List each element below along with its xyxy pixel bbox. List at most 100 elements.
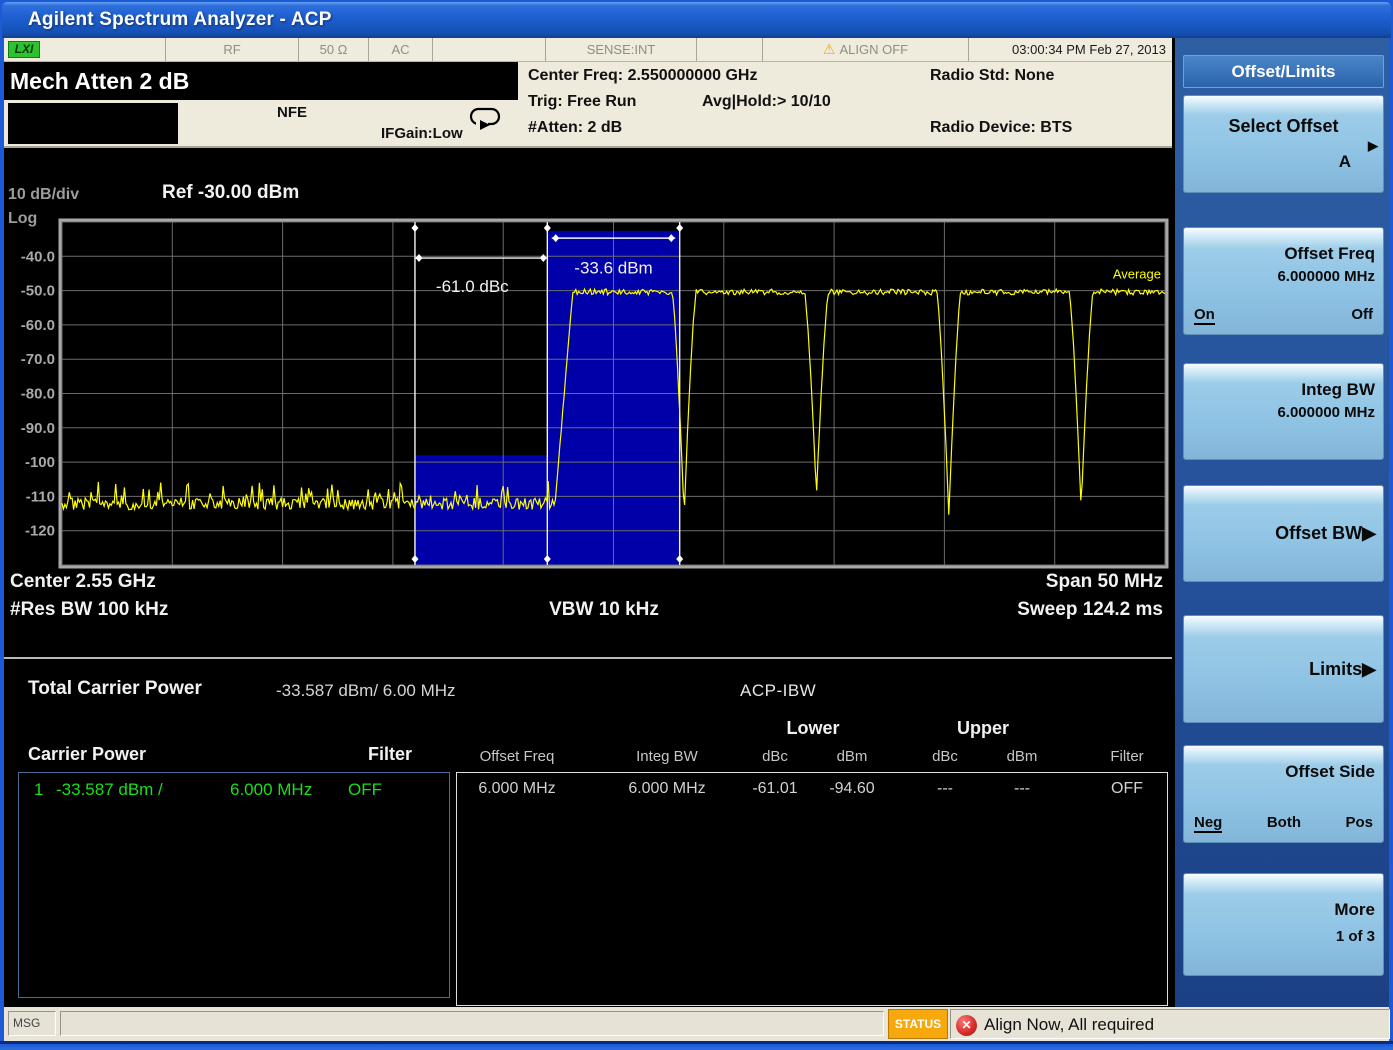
softkey-select-offset[interactable]: Select Offset ▶ A xyxy=(1183,95,1384,193)
status-badge: STATUS xyxy=(888,1009,948,1039)
softkey-offset-bw-label: Offset BW▶ xyxy=(1275,523,1376,543)
radio-std-readout: Radio Std: None xyxy=(930,67,1055,84)
continuous-sweep-icon xyxy=(469,107,501,130)
radio-device-readout: Radio Device: BTS xyxy=(930,119,1073,136)
softkey-offset-freq-label: Offset Freq xyxy=(1284,244,1375,263)
offset-group-header-upper: Upper xyxy=(956,718,1009,738)
center-freq-readout: Center Freq: 2.550000000 GHz xyxy=(528,67,758,84)
sweep-footer: Sweep 124.2 ms xyxy=(1017,599,1163,620)
res-bw-footer: #Res BW 100 kHz xyxy=(10,599,169,620)
results-area: Total Carrier Power -33.587 dBm/ 6.00 MH… xyxy=(4,660,1172,1007)
y-axis-tick: -80.0 xyxy=(21,386,55,403)
empty-annunciator-box xyxy=(8,103,178,144)
marker-diamond-icon xyxy=(543,224,551,232)
offset-col-header: Filter xyxy=(1110,748,1144,765)
carrier-row-bw: 6.000 MHz xyxy=(230,780,313,799)
measurement-mode-label: ACP-IBW xyxy=(740,681,817,700)
lxi-badge: LXI xyxy=(8,41,40,58)
impedance-annunciator: 50 Ω xyxy=(298,38,368,61)
status-message-field: ✕ Align Now, All required xyxy=(950,1009,1390,1039)
softkey-offset-freq-option-on[interactable]: On xyxy=(1194,306,1215,325)
softkey-offset-side-option-both[interactable]: Both xyxy=(1267,814,1301,833)
align-off-label: ALIGN OFF xyxy=(839,42,909,57)
total-carrier-power-value: -33.587 dBm/ 6.00 MHz xyxy=(276,681,456,700)
rf-annunciator: RF xyxy=(165,38,298,61)
datetime-display: 03:00:34 PM Feb 27, 2013 xyxy=(968,38,1172,61)
msg-label: MSG xyxy=(8,1011,56,1036)
softkey-more-label: More xyxy=(1334,900,1375,919)
y-axis-tick: -120 xyxy=(25,523,55,540)
y-axis-tick: -100 xyxy=(25,454,55,471)
window-title: Agilent Spectrum Analyzer - ACP xyxy=(28,9,332,30)
measurement-info-panel: Center Freq: 2.550000000 GHz Radio Std: … xyxy=(518,62,1172,148)
sense-annunciator: SENSE:INT xyxy=(545,38,696,61)
marker-diamond-icon xyxy=(411,224,419,232)
atten-readout: #Atten: 2 dB xyxy=(528,119,623,136)
empty-cell-1 xyxy=(432,38,545,61)
softkey-offset-freq-toggle: On Off xyxy=(1194,306,1373,325)
offset-col-header: dBc xyxy=(932,748,958,765)
softkey-offset-side[interactable]: Offset Side Neg Both Pos xyxy=(1183,745,1384,843)
y-axis-tick: -90.0 xyxy=(21,420,55,437)
message-field xyxy=(60,1011,884,1036)
softkey-limits-label: Limits▶ xyxy=(1309,658,1376,679)
offset-cell: -61.01 xyxy=(752,780,798,797)
submenu-arrow-icon: ▶ xyxy=(1368,138,1378,153)
offset-cell: 6.000 MHz xyxy=(478,780,556,797)
warning-icon: ⚠ xyxy=(822,41,836,57)
status-strip: LXI RF 50 Ω AC SENSE:INT ⚠ ALIGN OFF 03:0… xyxy=(4,38,1172,62)
mech-atten-bar: Mech Atten 2 dB xyxy=(4,64,518,100)
marker-diamond-icon xyxy=(539,254,547,263)
offset-cell: 6.000 MHz xyxy=(628,780,706,797)
y-axis-tick: -60.0 xyxy=(21,317,55,334)
avg-hold-readout: Avg|Hold:> 10/10 xyxy=(702,93,831,110)
instrument-screen: Agilent Spectrum Analyzer - ACP LXI RF 5… xyxy=(0,0,1393,1050)
softkey-offset-freq[interactable]: Offset Freq 6.000000 MHz On Off xyxy=(1183,227,1384,335)
softkey-select-offset-label: Select Offset xyxy=(1228,116,1339,136)
offset-col-header: dBm xyxy=(836,748,868,765)
softkey-offset-side-toggle: Neg Both Pos xyxy=(1194,814,1373,833)
offset-integration-band xyxy=(414,455,548,565)
mech-atten-label: Mech Atten 2 dB xyxy=(10,68,190,94)
carrier-row-index: 1 xyxy=(34,780,44,799)
softkey-offset-side-option-pos[interactable]: Pos xyxy=(1345,814,1373,833)
softkey-offset-freq-value: 6.000000 MHz xyxy=(1277,268,1375,285)
y-axis-tick: -40.0 xyxy=(21,248,55,265)
error-icon: ✕ xyxy=(956,1015,977,1036)
offset-col-header: dBc xyxy=(762,748,788,765)
vbw-footer: VBW 10 kHz xyxy=(549,599,659,620)
trace-name-label: Average xyxy=(1113,267,1161,282)
softkey-offset-freq-option-off[interactable]: Off xyxy=(1351,306,1373,325)
offset-table-box xyxy=(456,772,1168,1006)
center-freq-footer: Center 2.55 GHz xyxy=(10,571,156,592)
annotation-text: -61.0 dBc xyxy=(436,277,509,296)
window-bottom-border xyxy=(0,1041,1393,1050)
softkey-offset-side-option-neg[interactable]: Neg xyxy=(1194,814,1223,833)
offset-group-header-lower: Lower xyxy=(786,718,840,738)
offset-cell: --- xyxy=(937,780,953,797)
spectrum-chart: -40.0 -50.0 -60.0 -70.0 -80.0 -90.0 -100 -110 -1… xyxy=(21,218,1169,569)
softkey-offset-side-label: Offset Side xyxy=(1285,762,1375,781)
softkey-offset-bw[interactable]: Offset BW▶ xyxy=(1183,485,1384,582)
status-bar: MSG STATUS ✕ Align Now, All required xyxy=(4,1007,1390,1041)
y-axis-tick: -50.0 xyxy=(21,283,55,300)
results-divider xyxy=(4,657,1172,659)
softkey-limits[interactable]: Limits▶ xyxy=(1183,615,1384,723)
offset-col-header: Offset Freq xyxy=(479,748,555,765)
carrier-table-box xyxy=(18,772,450,998)
nfe-strip: NFE IFGain:Low xyxy=(4,100,518,148)
span-footer: Span 50 MHz xyxy=(1045,571,1163,592)
align-annunciator: ⚠ ALIGN OFF xyxy=(762,38,968,61)
total-carrier-power-label: Total Carrier Power xyxy=(28,678,202,699)
softkey-select-offset-value: A xyxy=(1338,152,1351,171)
softkey-more[interactable]: More 1 of 3 xyxy=(1183,873,1384,976)
main-display: 10 dB/div Ref -30.00 dBm Log -40.0 -50.0-… xyxy=(4,150,1172,1007)
y-axis-tick: -110 xyxy=(26,488,55,505)
y-axis-tick: -70.0 xyxy=(21,351,55,368)
offset-cell: -94.60 xyxy=(829,780,875,797)
offset-cell: OFF xyxy=(1111,780,1143,797)
softkey-integ-bw-label: Integ BW xyxy=(1301,380,1375,399)
align-now-message: Align Now, All required xyxy=(984,1015,1155,1034)
window-titlebar: Agilent Spectrum Analyzer - ACP xyxy=(2,2,1391,38)
softkey-integ-bw[interactable]: Integ BW 6.000000 MHz xyxy=(1183,363,1384,460)
